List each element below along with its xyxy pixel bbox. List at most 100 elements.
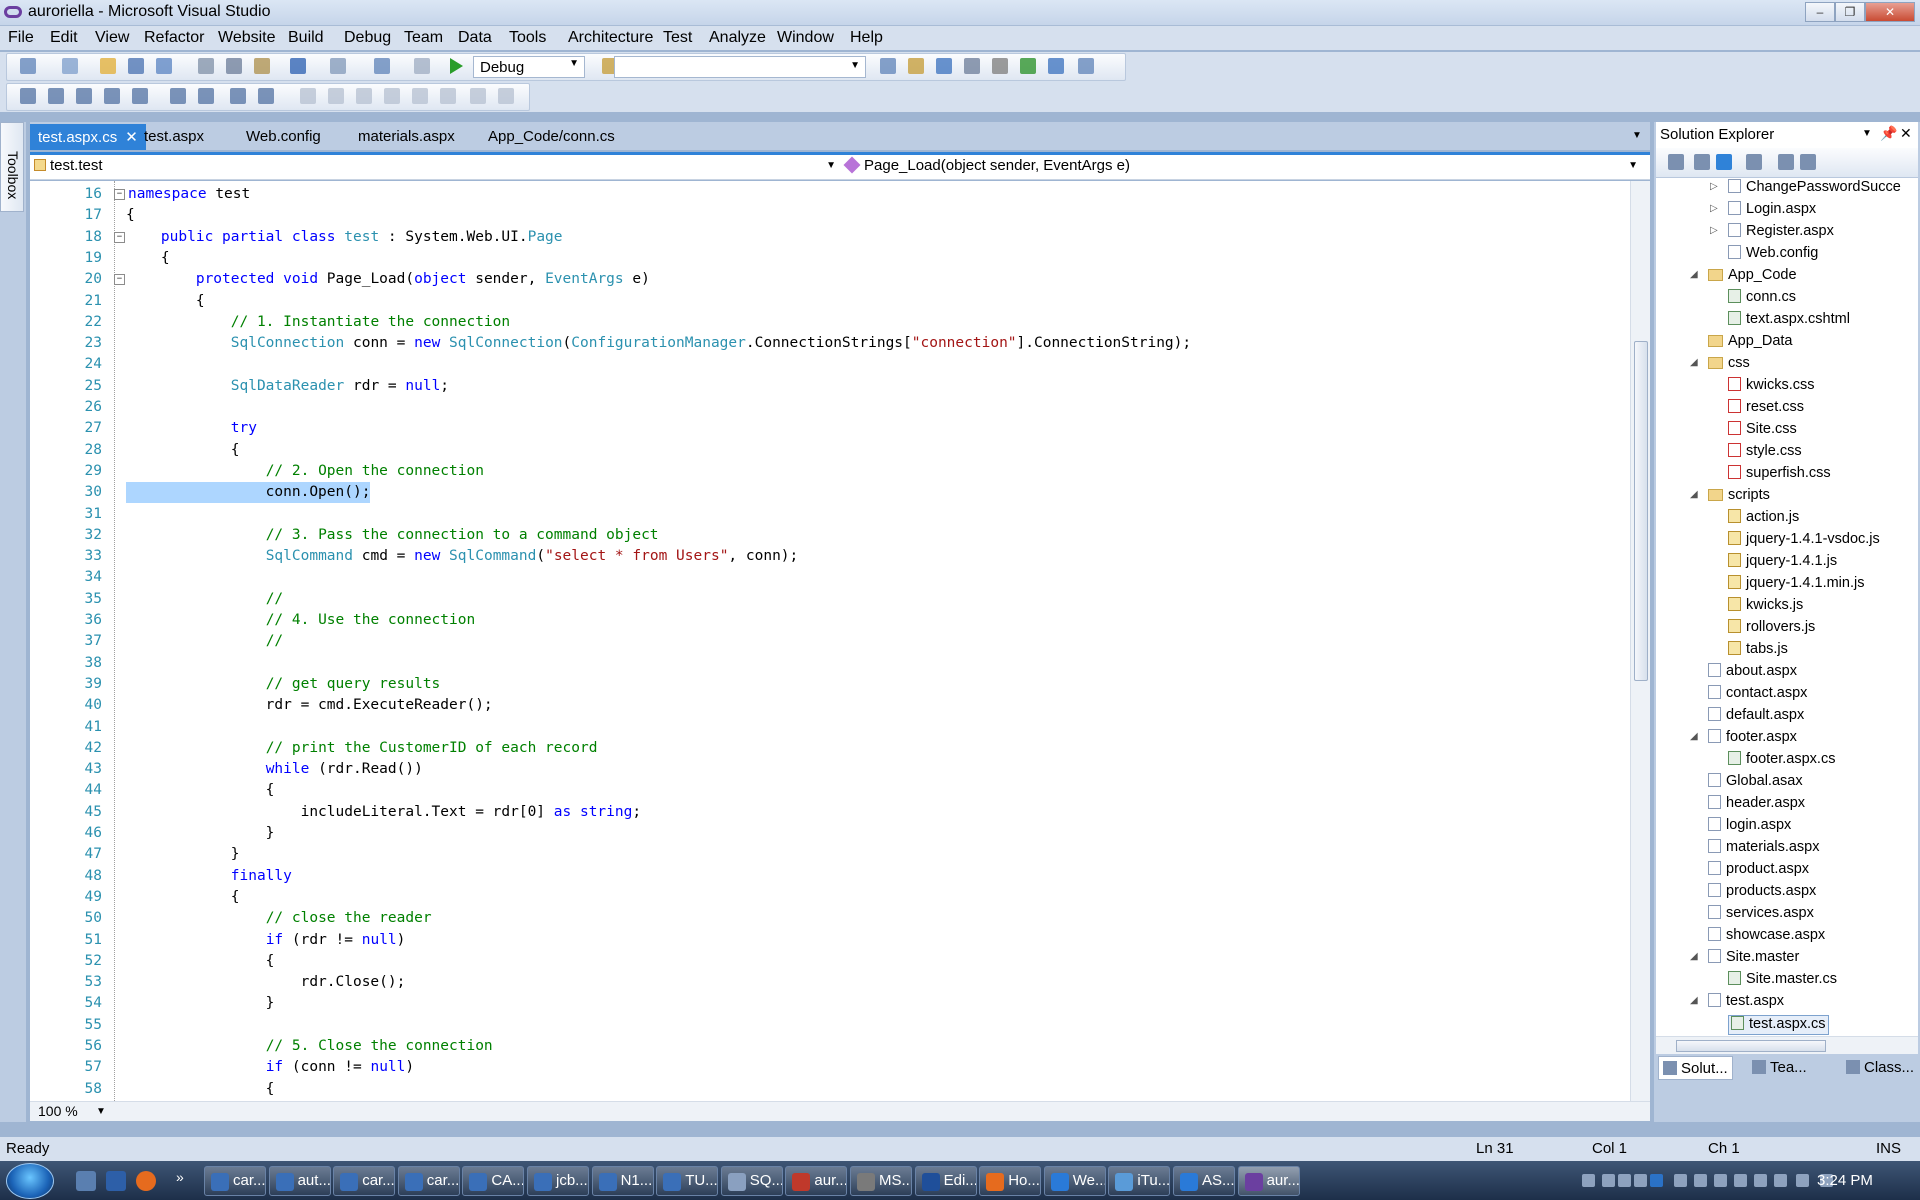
tree-item[interactable]: text.aspx.cshtml — [1728, 311, 1850, 331]
tree-item[interactable]: products.aspx — [1708, 883, 1816, 903]
tree-item[interactable]: default.aspx — [1708, 707, 1804, 727]
tray-icon[interactable] — [1796, 1174, 1809, 1187]
toolbar-icon[interactable] — [128, 58, 144, 74]
tree-item[interactable]: header.aspx — [1708, 795, 1805, 815]
configuration-combo[interactable]: Debug ▼ — [473, 56, 585, 78]
tab-web-config[interactable]: Web.config — [238, 124, 329, 150]
tree-item[interactable]: services.aspx — [1708, 905, 1814, 925]
toolbar-icon[interactable] — [198, 88, 214, 104]
menu-item-refactor[interactable]: Refactor — [144, 29, 204, 47]
tray-icon[interactable] — [1734, 1174, 1747, 1187]
start-button[interactable] — [6, 1163, 54, 1199]
taskbar-button[interactable]: car... — [333, 1166, 396, 1196]
chevron-down-icon[interactable]: ▼ — [1632, 130, 1642, 141]
close-icon[interactable]: ✕ — [1900, 125, 1912, 142]
toolbar-icon[interactable] — [1078, 58, 1094, 74]
tab-materials-aspx[interactable]: materials.aspx — [350, 124, 463, 150]
menu-item-view[interactable]: View — [95, 29, 129, 47]
tree-item[interactable]: rollovers.js — [1728, 619, 1815, 639]
toolbar-icon[interactable] — [62, 58, 78, 74]
solution-horizontal-scrollbar[interactable] — [1656, 1036, 1918, 1054]
tray-icon[interactable] — [1754, 1174, 1767, 1187]
solution-toolbar-icon[interactable] — [1778, 154, 1794, 170]
menu-item-architecture[interactable]: Architecture — [568, 29, 653, 47]
taskbar-button[interactable]: iTu... — [1108, 1166, 1171, 1196]
collapsed-arrow-icon[interactable]: ▷ — [1710, 181, 1718, 192]
quicklaunch-more-icon[interactable]: » — [176, 1169, 184, 1185]
toolbar-icon[interactable] — [498, 88, 514, 104]
tray-icon[interactable] — [1634, 1174, 1647, 1187]
maximize-button[interactable]: ❐ — [1835, 2, 1865, 22]
tree-item[interactable]: Global.asax — [1708, 773, 1803, 793]
close-button[interactable]: ✕ — [1865, 2, 1915, 22]
tree-item[interactable]: kwicks.js — [1728, 597, 1803, 617]
collapsed-arrow-icon[interactable]: ▷ — [1710, 203, 1718, 214]
toolbar-icon[interactable] — [470, 88, 486, 104]
menu-item-data[interactable]: Data — [458, 29, 492, 47]
taskbar-button[interactable]: MS... — [850, 1166, 912, 1196]
toolbar-icon[interactable] — [156, 58, 172, 74]
taskbar-button[interactable]: jcb... — [527, 1166, 589, 1196]
toolbar-icon[interactable] — [374, 58, 390, 74]
solution-tree[interactable]: ▷ ChangePasswordSucce ▷ Login.aspx ▷ Register… — [1656, 178, 1918, 1036]
toolbox-tab[interactable]: Toolbox — [0, 122, 24, 212]
tree-item[interactable]: materials.aspx — [1708, 839, 1819, 859]
collapse-icon[interactable]: − — [114, 274, 125, 286]
toolbar-icon[interactable] — [384, 88, 400, 104]
tab-test-aspx-cs[interactable]: test.aspx.cs ✕ — [30, 124, 146, 150]
tree-item[interactable]: login.aspx — [1708, 817, 1791, 837]
tray-icon[interactable] — [1774, 1174, 1787, 1187]
menu-item-team[interactable]: Team — [404, 29, 443, 47]
taskbar-button[interactable]: Edi... — [914, 1166, 977, 1196]
play-icon[interactable] — [450, 58, 463, 74]
chevron-down-icon[interactable]: ▼ — [1862, 128, 1872, 139]
expanded-arrow-icon[interactable]: ◢ — [1690, 489, 1698, 500]
tray-icon[interactable] — [1694, 1174, 1707, 1187]
toolbar-icon[interactable] — [48, 88, 64, 104]
taskbar-button[interactable]: car... — [204, 1166, 266, 1196]
tree-item[interactable]: ◢ Site.master — [1690, 949, 1799, 969]
toolbar-icon[interactable] — [20, 58, 36, 74]
tree-item[interactable]: ◢ footer.aspx — [1690, 729, 1797, 749]
menu-item-edit[interactable]: Edit — [50, 29, 78, 47]
taskbar-button[interactable]: CA... — [462, 1166, 525, 1196]
toolbar-icon[interactable] — [964, 58, 980, 74]
editor-vertical-scrollbar[interactable] — [1630, 181, 1650, 1101]
taskbar-button[interactable]: car... — [397, 1166, 460, 1196]
firefox-icon[interactable] — [136, 1171, 156, 1191]
toolbar-icon[interactable] — [132, 88, 148, 104]
tree-item[interactable]: ◢ css — [1690, 355, 1750, 375]
tree-item[interactable]: style.css — [1728, 443, 1802, 463]
solution-toolbar-icon[interactable] — [1746, 154, 1762, 170]
tree-item[interactable]: ◢ App_Code — [1690, 267, 1797, 287]
toolbar-icon[interactable] — [412, 88, 428, 104]
tree-item[interactable]: action.js — [1728, 509, 1799, 529]
tree-item[interactable]: kwicks.css — [1728, 377, 1814, 397]
toolbar-icon[interactable] — [328, 88, 344, 104]
solution-toolbar-icon[interactable] — [1800, 154, 1816, 170]
tree-item[interactable]: superfish.css — [1728, 465, 1831, 485]
toolbar-icon[interactable] — [198, 58, 214, 74]
find-combo[interactable]: ▼ — [614, 56, 866, 78]
menu-item-build[interactable]: Build — [288, 29, 324, 47]
toolbar-icon[interactable] — [170, 88, 186, 104]
class-combo[interactable]: test.test ▼ — [34, 157, 844, 174]
menu-item-website[interactable]: Website — [218, 29, 276, 47]
code-editor[interactable]: 16− namespace test 17{18− public partial c… — [30, 181, 1650, 1121]
word-icon[interactable] — [106, 1171, 126, 1191]
tree-item[interactable]: Site.master.cs — [1728, 971, 1837, 991]
tray-icon[interactable] — [1582, 1174, 1595, 1187]
menu-item-test[interactable]: Test — [663, 29, 692, 47]
toolbar-icon[interactable] — [230, 88, 246, 104]
tray-icon[interactable] — [1674, 1174, 1687, 1187]
toolbar-icon[interactable] — [258, 88, 274, 104]
toolbar-icon[interactable] — [300, 88, 316, 104]
tree-item[interactable]: ▷ Login.aspx — [1710, 201, 1816, 221]
expanded-arrow-icon[interactable]: ◢ — [1690, 357, 1698, 368]
menu-item-window[interactable]: Window — [777, 29, 834, 47]
menu-item-tools[interactable]: Tools — [509, 29, 546, 47]
expanded-arrow-icon[interactable]: ◢ — [1690, 995, 1698, 1006]
toolbar-icon[interactable] — [1020, 58, 1036, 74]
taskbar-button[interactable]: We... — [1043, 1166, 1106, 1196]
toolbar-icon[interactable] — [100, 58, 116, 74]
